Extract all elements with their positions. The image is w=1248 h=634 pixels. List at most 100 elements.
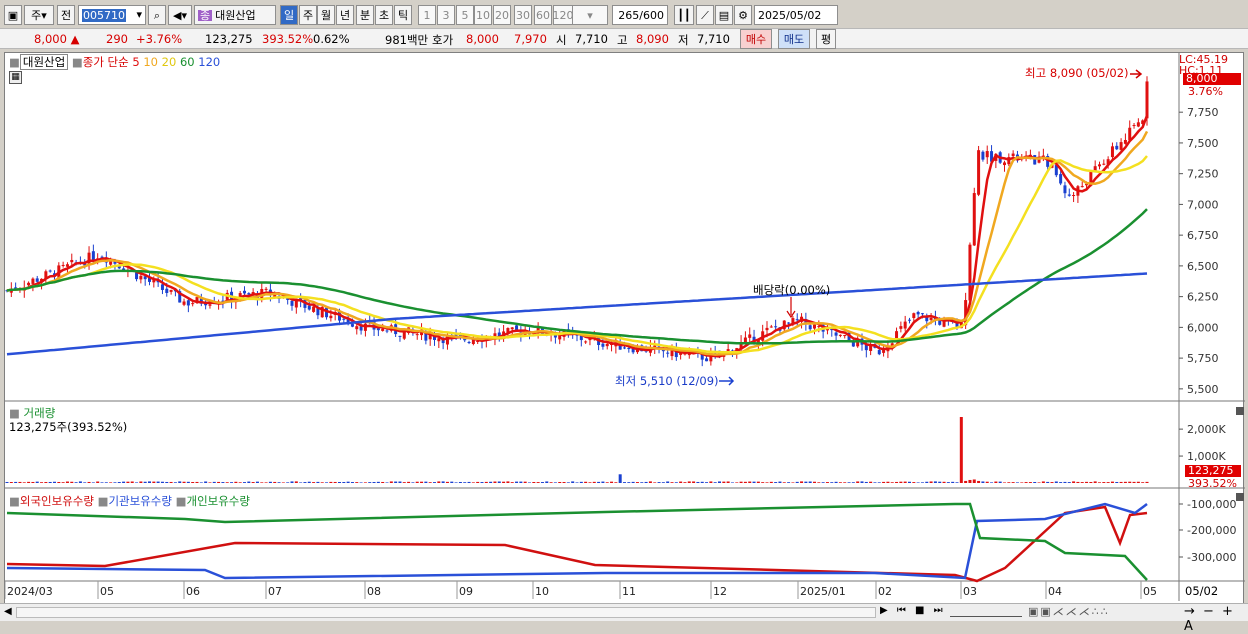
stock-name-field[interactable]: 종 대원산업	[194, 5, 276, 25]
y-tick-label: 2,000K	[1187, 423, 1226, 436]
holding-close-icon[interactable]	[1236, 493, 1244, 501]
volume-bar	[959, 417, 963, 483]
volume-bar	[433, 482, 436, 483]
volume-bar	[895, 481, 899, 483]
candle-body	[91, 251, 95, 261]
save-icon[interactable]: ▤	[715, 5, 733, 25]
volume-bar	[234, 481, 238, 483]
volume-bar	[135, 482, 139, 483]
volume-bar	[912, 482, 916, 483]
zoom-slider[interactable]	[950, 607, 1022, 617]
volume-bar	[718, 481, 721, 483]
candle-body	[359, 326, 363, 331]
interval-button[interactable]: 60	[534, 5, 552, 25]
volume-bar	[476, 481, 480, 483]
volume-bar	[843, 482, 847, 483]
volume-close-icon[interactable]	[1236, 407, 1244, 415]
candle-body	[243, 290, 246, 294]
scroll-track[interactable]	[16, 607, 876, 618]
type-select[interactable]: 주 ▾	[24, 5, 54, 25]
volume-bar	[199, 482, 203, 483]
volume-bar	[648, 481, 652, 483]
period-button[interactable]: 년	[336, 5, 354, 25]
period-button[interactable]: 월	[317, 5, 335, 25]
x-tick-label: 05	[100, 585, 114, 598]
bottom-scroll-bar[interactable]: ◀ ▶ ⏮ ■ ⏭ ▣▣⋌⋌⋌∴∴ → − + A	[0, 603, 1248, 634]
price-change: 290	[106, 32, 128, 46]
interval-button[interactable]: 30	[514, 5, 532, 25]
volume-bar	[765, 482, 769, 483]
x-tick-label: 08	[367, 585, 381, 598]
interval-dropdown[interactable]: ▾	[572, 5, 608, 25]
volume-bar	[562, 482, 566, 483]
volume-ratio: 393.52%	[262, 32, 314, 46]
volume-bar	[942, 481, 946, 483]
volume-bar	[752, 481, 756, 483]
candle-body	[35, 278, 39, 282]
interval-button[interactable]: 1	[418, 5, 436, 25]
candle-body	[27, 282, 31, 286]
interval-button[interactable]: 5	[456, 5, 474, 25]
period-button[interactable]: 분	[356, 5, 374, 25]
settings-icon[interactable]: ⚙	[734, 5, 752, 25]
speaker-icon[interactable]: ◀▾	[168, 5, 192, 25]
candle-body	[165, 288, 169, 293]
volume-bar	[756, 481, 760, 483]
volume-bar	[191, 482, 195, 483]
playback-controls[interactable]: ▶ ⏮ ■ ⏭	[880, 605, 946, 616]
interval-button[interactable]: 20	[493, 5, 511, 25]
prev-button[interactable]: 전	[57, 5, 75, 25]
chart-area[interactable]: 2024/03 05 06 07 08 09 10 11 12 2025/01 02 03 04 05 7,…	[4, 52, 1245, 621]
candle-body	[627, 347, 631, 350]
y-tick-label: 1,000K	[1187, 450, 1226, 463]
volume-bar	[117, 482, 121, 483]
window-icon[interactable]: ▣	[4, 5, 22, 25]
candle-icon[interactable]: ┃┃	[674, 5, 694, 25]
interval-button[interactable]: 120	[553, 5, 574, 25]
zoom-buttons[interactable]: → − + A	[1184, 604, 1248, 634]
volume-bar	[160, 481, 164, 483]
x-tick-label: 06	[186, 585, 200, 598]
candle-body	[743, 337, 747, 343]
y-tick-label: -300,000	[1187, 551, 1236, 564]
legend-institution: 기관보유수량	[108, 494, 172, 508]
eval-button[interactable]: 평	[816, 29, 836, 49]
period-button[interactable]: 초	[375, 5, 393, 25]
volume-bar	[489, 481, 493, 483]
sell-button[interactable]: 매도	[778, 29, 810, 49]
date-field[interactable]: 2025/05/02	[754, 5, 838, 25]
interval-button[interactable]: 10	[474, 5, 492, 25]
candle-body	[666, 352, 670, 354]
candle-body	[398, 335, 402, 337]
period-button[interactable]: 틱	[394, 5, 412, 25]
volume-bar	[869, 481, 873, 483]
candle-body	[381, 328, 385, 331]
grid-icon[interactable]: ▦	[9, 71, 22, 84]
volume-bar	[813, 481, 816, 483]
legend-ma20: 20	[161, 55, 177, 69]
candle-body	[191, 303, 195, 305]
scroll-left-icon[interactable]: ◀	[4, 606, 12, 617]
candle-body	[903, 321, 907, 329]
candle-body	[307, 305, 311, 310]
volume-bar	[325, 482, 329, 483]
period-button[interactable]: 일	[280, 5, 298, 25]
volume-bar	[260, 482, 264, 483]
interval-button[interactable]: 3	[437, 5, 455, 25]
view-tool-icons[interactable]: ▣▣⋌⋌⋌∴∴	[1028, 605, 1110, 618]
ma-line-10	[6, 130, 1149, 356]
period-button[interactable]: 주	[299, 5, 317, 25]
candle-body	[1098, 164, 1101, 167]
volume-bar	[48, 481, 52, 483]
price-chart-svg[interactable]: 2024/03 05 06 07 08 09 10 11 12 2025/01 02 03 04 05 7,…	[5, 53, 1245, 621]
buy-button[interactable]: 매수	[740, 29, 772, 49]
count-field[interactable]: 265/600	[612, 5, 668, 25]
search-icon[interactable]: ⌕	[148, 5, 166, 25]
low-annotation: 최저 5,510 (12/09)	[615, 374, 719, 388]
candle-body	[342, 318, 346, 320]
line-tool-icon[interactable]: ⟋	[696, 5, 714, 25]
high-price: 8,090	[636, 32, 669, 46]
candle-body	[899, 326, 903, 329]
candle-body	[385, 330, 389, 332]
stock-code-input[interactable]: 005710 ▾	[78, 5, 146, 25]
